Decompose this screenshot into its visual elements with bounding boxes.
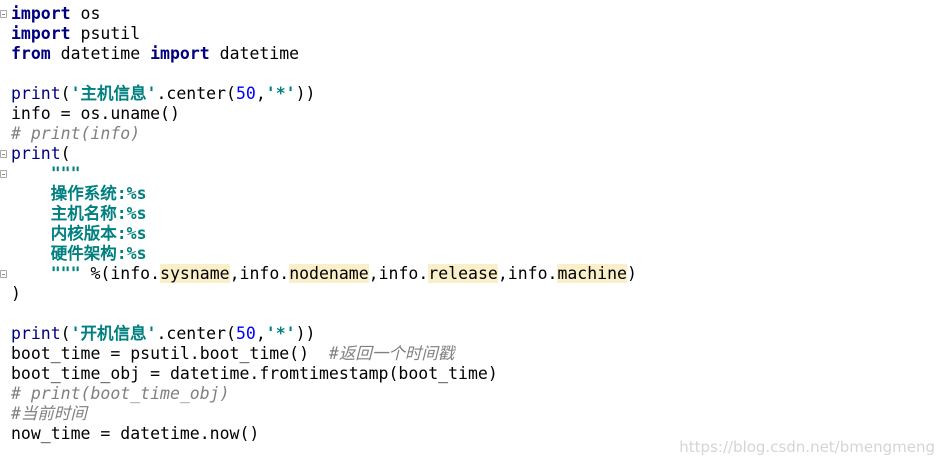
code-token: 内核版本:%s [11, 224, 147, 243]
code-text: now_time = datetime.now() [11, 424, 259, 444]
code-token: datetime [50, 44, 151, 63]
code-line[interactable]: """ %(info.sysname,info.nodename,info.re… [0, 264, 943, 284]
code-token: os [70, 4, 101, 23]
code-token: %(info. [80, 264, 161, 283]
code-token: from [11, 44, 51, 63]
code-text: 硬件架构:%s [11, 244, 147, 264]
code-token: )) [295, 84, 316, 103]
code-token: ) [626, 264, 637, 283]
code-text: from datetime import datetime [11, 44, 299, 64]
code-line[interactable] [0, 64, 943, 84]
code-text: # print(info) [11, 124, 140, 144]
code-text: import psutil [11, 24, 140, 44]
code-token: 硬件架构:%s [11, 244, 147, 263]
code-text: boot_time_obj = datetime.fromtimestamp(b… [11, 364, 498, 384]
code-text: ) [11, 284, 21, 304]
code-token: #返回一个时间戳 [328, 344, 455, 363]
code-token: 操作系统:%s [11, 184, 147, 203]
code-text: 内核版本:%s [11, 224, 147, 244]
code-text: #当前时间 [11, 404, 87, 424]
code-token: sysname [160, 264, 230, 283]
code-token: machine [557, 264, 627, 283]
fold-toggle-icon[interactable] [0, 150, 7, 158]
code-token: import [11, 4, 71, 23]
code-token: import [11, 24, 71, 43]
code-text: 主机名称:%s [11, 204, 147, 224]
code-token: print [11, 144, 61, 163]
code-line[interactable]: # print(boot_time_obj) [0, 384, 943, 404]
code-token: #当前时间 [11, 404, 87, 423]
code-line[interactable]: from datetime import datetime [0, 44, 943, 64]
code-text: import os [11, 4, 100, 24]
code-token: .center( [156, 324, 236, 343]
code-token: )) [295, 324, 316, 343]
code-line[interactable]: print('主机信息'.center(50,'*')) [0, 84, 943, 104]
code-token: ( [60, 144, 71, 163]
code-line[interactable]: import os [0, 4, 943, 24]
code-token: boot_time_obj = datetime.fromtimestamp(b… [11, 364, 498, 383]
code-line[interactable]: boot_time = psutil.boot_time() #返回一个时间戳 [0, 344, 943, 364]
code-editor[interactable]: import os import psutil from datetime impo… [0, 0, 943, 464]
code-token: ( [60, 324, 71, 343]
code-token: """ [11, 264, 81, 283]
code-line[interactable]: import psutil [0, 24, 943, 44]
code-token: print [11, 84, 61, 103]
code-token: ,info. [229, 264, 290, 283]
code-text: print('主机信息'.center(50,'*')) [11, 84, 315, 104]
code-token: print [11, 324, 61, 343]
code-line[interactable]: info = os.uname() [0, 104, 943, 124]
code-token: import [150, 44, 210, 63]
fold-toggle-icon[interactable] [0, 10, 7, 18]
code-line[interactable]: """ [0, 164, 943, 184]
code-token: .center( [156, 84, 236, 103]
code-token: datetime [209, 44, 300, 63]
code-token: """ [11, 164, 81, 183]
code-line[interactable]: #当前时间 [0, 404, 943, 424]
code-line[interactable]: # print(info) [0, 124, 943, 144]
code-token: '开机信息' [70, 324, 157, 343]
watermark: https://blog.csdn.net/bmengmeng [679, 438, 935, 456]
code-line[interactable]: 内核版本:%s [0, 224, 943, 244]
code-token: boot_time = psutil.boot_time() [11, 344, 329, 363]
code-token: , [255, 84, 266, 103]
code-text: print( [11, 144, 71, 164]
code-text: info = os.uname() [11, 104, 180, 124]
code-token: nodename [289, 264, 369, 283]
code-line[interactable]: 主机名称:%s [0, 204, 943, 224]
code-line[interactable]: ) [0, 284, 943, 304]
code-line[interactable]: 操作系统:%s [0, 184, 943, 204]
code-token: ) [11, 284, 21, 303]
code-line[interactable]: print( [0, 144, 943, 164]
fold-toggle-icon[interactable] [0, 170, 7, 178]
code-token: # print(info) [11, 124, 141, 143]
code-token: '主机信息' [70, 84, 157, 103]
code-token: '*' [265, 324, 296, 343]
code-text: 操作系统:%s [11, 184, 147, 204]
code-token: , [255, 324, 266, 343]
code-token: ,info. [368, 264, 429, 283]
code-token: '*' [265, 84, 296, 103]
code-token: 主机名称:%s [11, 204, 147, 223]
fold-toggle-icon[interactable] [0, 270, 7, 278]
code-text: """ [11, 164, 81, 184]
code-text: """ %(info.sysname,info.nodename,info.re… [11, 264, 637, 284]
code-line[interactable]: boot_time_obj = datetime.fromtimestamp(b… [0, 364, 943, 384]
code-text: boot_time = psutil.boot_time() #返回一个时间戳 [11, 344, 454, 364]
code-token: ,info. [497, 264, 558, 283]
code-token: psutil [70, 24, 141, 43]
code-token: 50 [235, 84, 256, 103]
code-token: 50 [235, 324, 256, 343]
code-line[interactable]: 硬件架构:%s [0, 244, 943, 264]
code-line[interactable] [0, 304, 943, 324]
code-token: release [428, 264, 498, 283]
code-token: now_time = datetime.now() [11, 424, 260, 443]
code-token: info = os.uname() [11, 104, 180, 123]
code-text: # print(boot_time_obj) [11, 384, 230, 404]
code-text: print('开机信息'.center(50,'*')) [11, 324, 315, 344]
code-token: # print(boot_time_obj) [11, 384, 230, 403]
code-token: ( [60, 84, 71, 103]
code-line[interactable]: print('开机信息'.center(50,'*')) [0, 324, 943, 344]
